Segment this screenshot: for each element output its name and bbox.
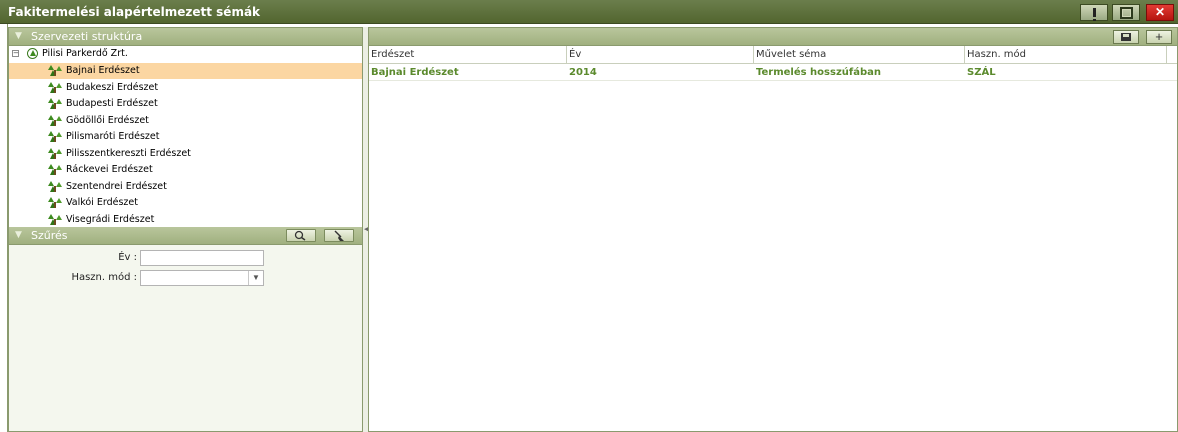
column-header[interactable]: Művelet séma — [754, 46, 965, 63]
table-row[interactable]: Bajnai Erdészet 2014 Termelés hosszúfába… — [369, 65, 1177, 81]
org-structure-header[interactable]: ▼ Szervezeti struktúra — [9, 28, 362, 46]
tree-up-icon — [27, 48, 38, 59]
tree-item-label: Visegrádi Erdészet — [66, 213, 155, 225]
tree-item[interactable]: Pilismaróti Erdészet — [9, 129, 362, 145]
left-panel: ▼ Szervezeti struktúra − Pilisi Parkerdő… — [8, 27, 363, 432]
right-panel: + Erdészet Év Művelet séma Haszn. mód Ba… — [368, 27, 1178, 432]
tree-item[interactable]: Bajnai Erdészet — [9, 63, 362, 79]
tree-item-label: Pilisszentkereszti Erdészet — [66, 147, 191, 159]
tree-item[interactable]: Szentendrei Erdészet — [9, 179, 362, 195]
filter-title: Szűrés — [31, 229, 68, 242]
tree-item[interactable]: Budakeszi Erdészet — [9, 80, 362, 96]
tree-item-label: Szentendrei Erdészet — [66, 180, 167, 192]
forestry-unit-icon — [48, 81, 62, 94]
forestry-unit-icon — [48, 131, 62, 143]
tree-item[interactable]: Pilisszentkereszti Erdészet — [9, 146, 362, 162]
tree-item[interactable]: Ráckevei Erdészet — [9, 162, 362, 178]
tree-item-label: Budapesti Erdészet — [66, 98, 158, 109]
usage-mode-label: Haszn. mód : — [71, 272, 137, 283]
forestry-unit-icon — [48, 65, 62, 77]
collapse-icon[interactable]: − — [12, 50, 19, 57]
grid-toolbar: + — [369, 28, 1177, 46]
org-tree: − Pilisi Parkerdő Zrt. Bajnai Erdészet Bu… — [9, 46, 362, 227]
window-title: Fakitermelési alapértelmezett sémák — [8, 5, 261, 19]
tree-item[interactable]: Budapesti Erdészet — [9, 96, 362, 112]
tree-item-label: Valkói Erdészet — [66, 197, 138, 208]
forestry-unit-icon — [48, 164, 62, 176]
close-icon: ✕ — [1154, 5, 1166, 19]
tree-item-label: Budakeszi Erdészet — [66, 81, 159, 93]
grid-header: Erdészet Év Művelet séma Haszn. mód — [369, 46, 1177, 64]
tree-item-label: Bajnai Erdészet — [66, 65, 140, 76]
window-title-bar: Fakitermelési alapértelmezett sémák ✕ — [0, 0, 1178, 24]
tree-item[interactable]: Valkói Erdészet — [9, 195, 362, 211]
search-button[interactable] — [286, 229, 316, 242]
filter-header[interactable]: ▼ Szűrés — [9, 227, 362, 245]
table-cell: SZÁL — [967, 67, 996, 78]
forestry-unit-icon — [48, 213, 62, 226]
add-button[interactable]: + — [1146, 30, 1172, 44]
column-header[interactable]: Erdészet — [369, 46, 567, 63]
table-cell: Termelés hosszúfában — [756, 67, 882, 78]
tree-item[interactable]: Visegrádi Erdészet — [9, 212, 362, 228]
forestry-unit-icon — [48, 197, 62, 209]
search-icon — [294, 230, 306, 241]
tree-item-label: Ráckevei Erdészet — [66, 164, 153, 175]
help-button[interactable] — [1080, 4, 1108, 21]
forestry-unit-icon — [48, 98, 62, 110]
clear-filter-button[interactable] — [324, 229, 354, 242]
column-header[interactable]: Év — [567, 46, 754, 63]
table-cell: 2014 — [569, 67, 597, 78]
column-header[interactable]: Haszn. mód — [965, 46, 1167, 63]
save-icon — [1121, 33, 1131, 41]
forestry-unit-icon — [48, 180, 62, 193]
window-left-border — [0, 24, 8, 432]
collapse-arrow-icon[interactable]: ▼ — [15, 31, 22, 41]
forestry-unit-icon — [48, 114, 62, 127]
forestry-unit-icon — [48, 147, 62, 160]
collapse-arrow-icon[interactable]: ▼ — [15, 230, 22, 240]
year-input[interactable] — [140, 250, 264, 266]
close-button[interactable]: ✕ — [1146, 4, 1174, 21]
usage-mode-select[interactable]: ▼ — [140, 270, 264, 286]
tree-item[interactable]: Gödöllői Erdészet — [9, 113, 362, 129]
maximize-icon — [1119, 7, 1133, 19]
org-structure-title: Szervezeti struktúra — [31, 30, 143, 43]
table-cell: Bajnai Erdészet — [371, 67, 459, 78]
tree-root[interactable]: − Pilisi Parkerdő Zrt. — [9, 46, 362, 62]
tree-item-label: Pilismaróti Erdészet — [66, 131, 160, 142]
year-label: Év : — [118, 252, 137, 263]
add-icon: + — [1155, 29, 1163, 44]
save-button[interactable] — [1113, 30, 1139, 44]
maximize-button[interactable] — [1112, 4, 1140, 21]
tree-root-label: Pilisi Parkerdő Zrt. — [42, 48, 128, 59]
tree-item-label: Gödöllői Erdészet — [66, 114, 149, 126]
chevron-down-icon[interactable]: ▼ — [248, 271, 263, 285]
help-icon — [1092, 8, 1096, 21]
filter-panel: Év : Haszn. mód : ▼ — [9, 245, 362, 431]
broom-icon — [334, 230, 344, 241]
